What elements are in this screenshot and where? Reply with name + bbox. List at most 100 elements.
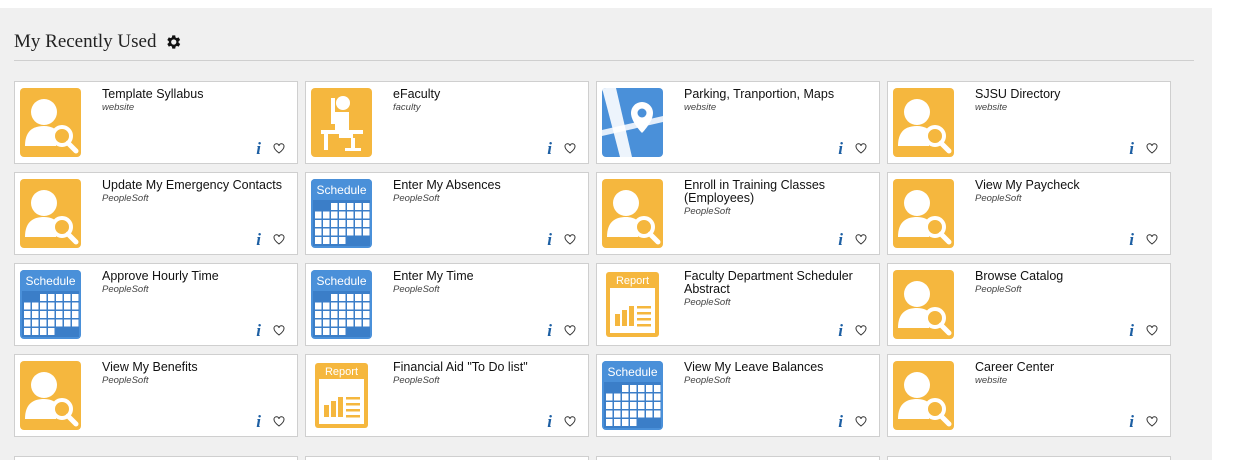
heart-icon[interactable] — [855, 325, 867, 336]
tile-title[interactable]: eFaculty faculty — [393, 88, 579, 114]
info-icon[interactable]: i — [838, 413, 843, 430]
info-icon[interactable]: i — [1129, 413, 1134, 430]
info-icon[interactable]: i — [256, 322, 261, 339]
tile-title-text: Approve Hourly Time — [102, 269, 219, 283]
tile-title[interactable]: Enroll in Training Classes (Employees) P… — [684, 179, 870, 218]
tile-title[interactable]: Career Center website — [975, 361, 1161, 387]
info-icon[interactable]: i — [1129, 231, 1134, 248]
report-icon: Report — [311, 361, 372, 430]
tile-title-text: Enter My Absences — [393, 178, 501, 192]
heart-icon[interactable] — [1146, 416, 1158, 427]
app-tile[interactable]: Career Center website i — [887, 354, 1171, 437]
section-header: My Recently Used — [14, 30, 182, 54]
tile-subtitle: PeopleSoft — [684, 206, 731, 217]
person-search-icon — [20, 361, 81, 430]
svg-text:Report: Report — [325, 366, 358, 378]
tile-title[interactable]: Browse Catalog PeopleSoft — [975, 270, 1161, 296]
info-icon[interactable]: i — [547, 231, 552, 248]
info-icon[interactable]: i — [547, 322, 552, 339]
info-icon[interactable]: i — [1129, 322, 1134, 339]
section-title: My Recently Used — [14, 31, 157, 52]
tile-subtitle: faculty — [393, 102, 421, 113]
app-tile[interactable]: Schedule Enter My Time PeopleSoft i — [305, 263, 589, 346]
info-icon[interactable]: i — [547, 140, 552, 157]
heart-icon[interactable] — [564, 234, 576, 245]
app-tile[interactable]: Manager (MPP) Toolkit — [596, 456, 880, 460]
tile-grid-overflow: Approve Absences Change My Address Manag… — [14, 456, 1171, 460]
schedule-calendar-icon: Schedule — [602, 361, 663, 430]
heart-icon[interactable] — [273, 325, 285, 336]
app-tile[interactable]: Change My Address — [305, 456, 589, 460]
heart-icon[interactable] — [564, 143, 576, 154]
app-tile[interactable]: Schedule Approve Hourly Time PeopleSoft … — [14, 263, 298, 346]
app-tile[interactable]: eFaculty faculty i — [305, 81, 589, 164]
person-search-icon — [20, 88, 81, 157]
tile-subtitle: website — [684, 102, 717, 113]
tile-title-text: View My Paycheck — [975, 178, 1080, 192]
tile-title[interactable]: Financial Aid "To Do list" PeopleSoft — [393, 361, 579, 387]
report-icon: Report — [602, 270, 663, 339]
app-tile[interactable]: Approve Absences — [14, 456, 298, 460]
tile-subtitle: PeopleSoft — [393, 284, 440, 295]
app-tile[interactable]: Report Faculty Department Scheduler Abst… — [596, 263, 880, 346]
heart-icon[interactable] — [1146, 143, 1158, 154]
person-search-icon — [893, 270, 954, 339]
heart-icon[interactable] — [273, 143, 285, 154]
info-icon[interactable]: i — [838, 140, 843, 157]
heart-icon[interactable] — [1146, 234, 1158, 245]
app-tile[interactable]: View My Benefits PeopleSoft i — [14, 354, 298, 437]
info-icon[interactable]: i — [838, 322, 843, 339]
app-tile[interactable]: Enroll in Training Classes (Employees) P… — [596, 172, 880, 255]
tile-title[interactable]: Update My Emergency Contacts PeopleSoft — [102, 179, 288, 205]
heart-icon[interactable] — [273, 416, 285, 427]
heart-icon[interactable] — [855, 234, 867, 245]
tile-subtitle: PeopleSoft — [393, 193, 440, 204]
app-tile[interactable]: SJSU Directory website i — [887, 81, 1171, 164]
tile-title[interactable]: Parking, Tranportion, Maps website — [684, 88, 870, 114]
app-tile[interactable]: Schedule View My Leave Balances PeopleSo… — [596, 354, 880, 437]
app-tile[interactable]: Parking, Tranportion, Maps website i — [596, 81, 880, 164]
app-tile[interactable]: Update My Emergency Contacts PeopleSoft … — [14, 172, 298, 255]
person-search-icon — [893, 88, 954, 157]
info-icon[interactable]: i — [838, 231, 843, 248]
person-search-icon — [602, 179, 663, 248]
app-tile[interactable]: View My Paycheck PeopleSoft i — [887, 172, 1171, 255]
heart-icon[interactable] — [273, 234, 285, 245]
heart-icon[interactable] — [1146, 325, 1158, 336]
app-tile[interactable]: Template Syllabus website i — [14, 81, 298, 164]
tile-subtitle: PeopleSoft — [102, 375, 149, 386]
info-icon[interactable]: i — [547, 413, 552, 430]
heart-icon[interactable] — [855, 143, 867, 154]
tile-subtitle: PeopleSoft — [102, 284, 149, 295]
heart-icon[interactable] — [564, 325, 576, 336]
gear-icon[interactable] — [164, 33, 182, 51]
info-icon[interactable]: i — [256, 140, 261, 157]
tile-title[interactable]: Approve Hourly Time PeopleSoft — [102, 270, 288, 296]
tile-title[interactable]: Faculty Department Scheduler Abstract Pe… — [684, 270, 870, 309]
tile-title[interactable]: View My Leave Balances PeopleSoft — [684, 361, 870, 387]
tile-title[interactable]: Template Syllabus website — [102, 88, 288, 114]
app-tile[interactable]: Browse Catalog PeopleSoft i — [887, 263, 1171, 346]
tile-title-text: Enter My Time — [393, 269, 474, 283]
tile-title[interactable]: SJSU Directory website — [975, 88, 1161, 114]
person-at-desk-icon — [311, 88, 372, 157]
tile-subtitle: website — [975, 102, 1008, 113]
info-icon[interactable]: i — [1129, 140, 1134, 157]
tile-subtitle: PeopleSoft — [975, 284, 1022, 295]
tile-title[interactable]: View My Paycheck PeopleSoft — [975, 179, 1161, 205]
person-search-icon — [20, 179, 81, 248]
app-tile[interactable]: Schedule Enter My Absences PeopleSoft i — [305, 172, 589, 255]
info-icon[interactable]: i — [256, 413, 261, 430]
app-tile[interactable]: My Drive — [887, 456, 1171, 460]
tile-title[interactable]: Enter My Time PeopleSoft — [393, 270, 579, 296]
app-tile[interactable]: Report Financial Aid "To Do list" People… — [305, 354, 589, 437]
heart-icon[interactable] — [564, 416, 576, 427]
tile-title-text: Template Syllabus — [102, 87, 204, 101]
tile-title[interactable]: View My Benefits PeopleSoft — [102, 361, 288, 387]
tile-subtitle: PeopleSoft — [102, 193, 149, 204]
tile-title[interactable]: Enter My Absences PeopleSoft — [393, 179, 579, 205]
heart-icon[interactable] — [855, 416, 867, 427]
tile-title-text: SJSU Directory — [975, 87, 1061, 101]
tile-title-text: eFaculty — [393, 87, 441, 101]
info-icon[interactable]: i — [256, 231, 261, 248]
